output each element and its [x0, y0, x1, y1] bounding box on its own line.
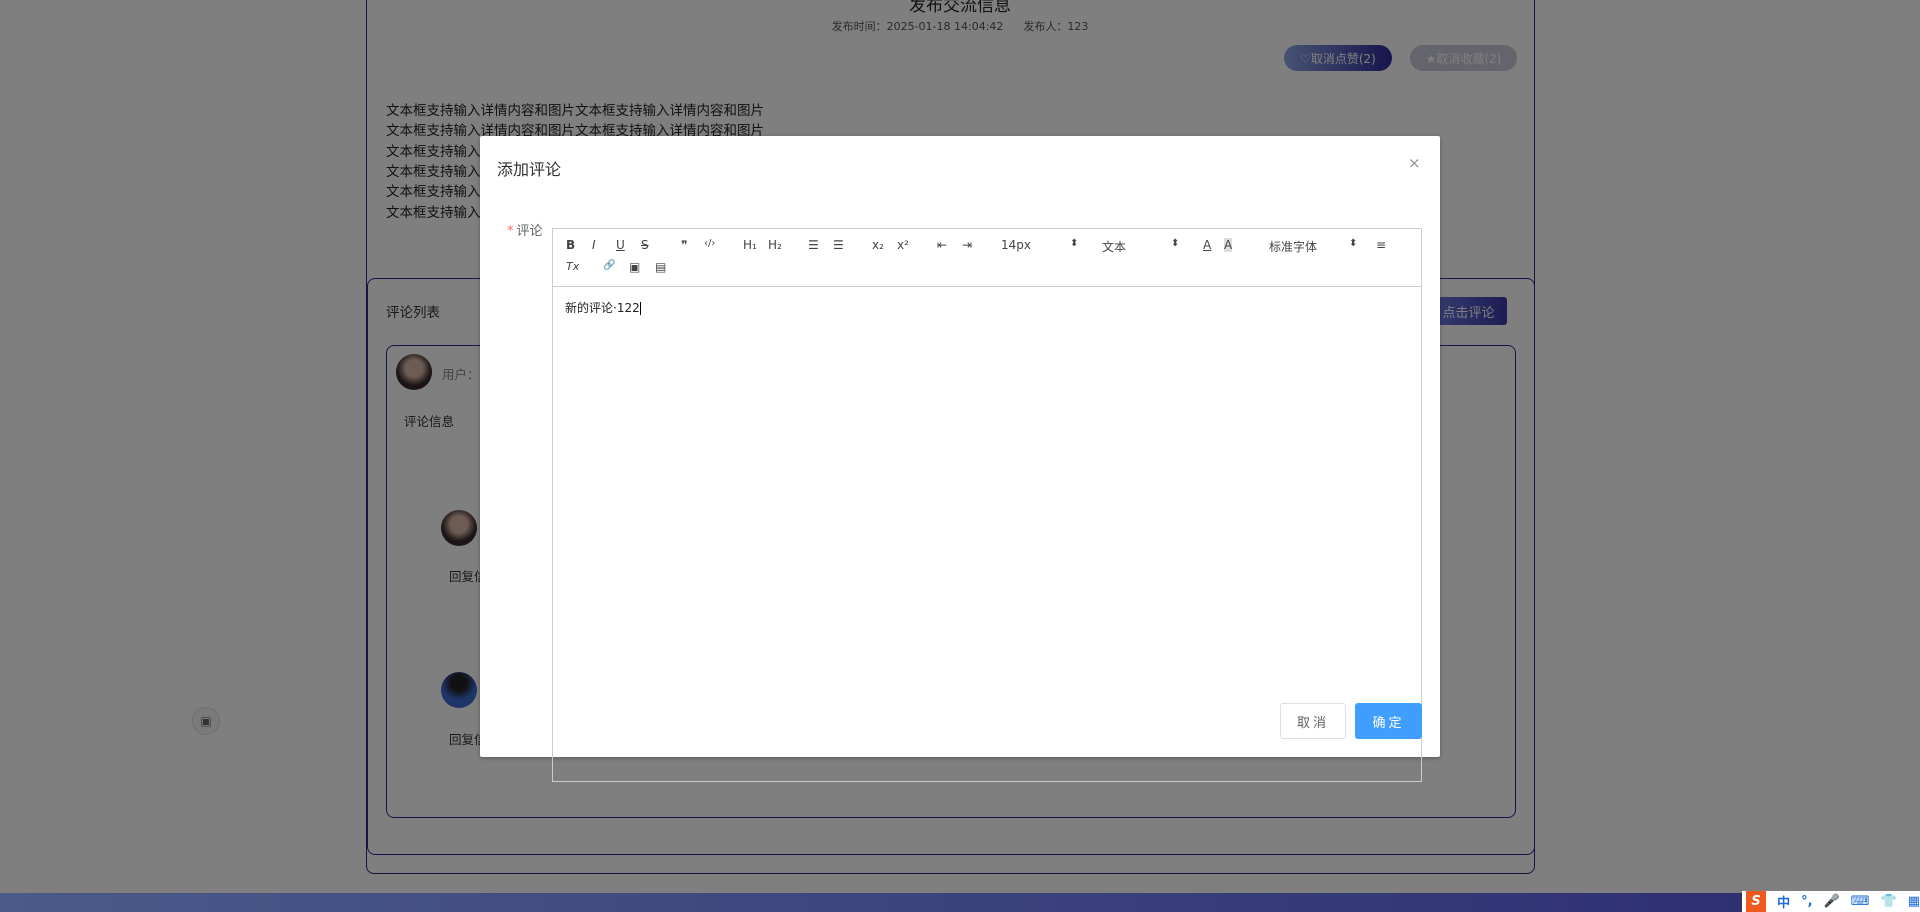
dialog-title: 添加评论: [497, 160, 562, 179]
link-icon[interactable]: 🔗: [603, 260, 615, 271]
punctuation-icon[interactable]: °,: [1801, 894, 1812, 909]
close-icon[interactable]: ×: [1408, 154, 1421, 172]
align-icon[interactable]: ≡: [1376, 238, 1386, 252]
menu-icon[interactable]: ▦: [1908, 894, 1920, 909]
chevron-updown-icon[interactable]: ⬍: [1171, 238, 1179, 249]
text-color-icon[interactable]: A: [1203, 238, 1211, 252]
bullet-list-icon[interactable]: ☰: [833, 238, 844, 252]
indent-icon[interactable]: ⇥: [962, 238, 972, 252]
editor-text[interactable]: 新的评论·122: [565, 301, 640, 315]
code-block-icon[interactable]: ‹/›: [704, 238, 715, 249]
confirm-button[interactable]: 确定: [1355, 703, 1422, 739]
sogou-logo-icon[interactable]: S: [1746, 891, 1767, 912]
editor-toolbar: B I U S ❞ ‹/› H₁ H₂ ☰ ☰ x₂ x² ⇤ ⇥ 14px ⬍…: [553, 229, 1421, 287]
h2-icon[interactable]: H₂: [768, 238, 782, 252]
font-size-select[interactable]: 14px: [1001, 238, 1031, 252]
taskbar: [0, 893, 1920, 912]
keyboard-icon[interactable]: ⌨: [1851, 894, 1870, 909]
outdent-icon[interactable]: ⇤: [937, 238, 947, 252]
text-caret: [639, 302, 641, 315]
required-mark: *: [507, 224, 514, 239]
ime-mode[interactable]: 中: [1777, 892, 1790, 911]
comment-label: * 评论: [507, 220, 543, 239]
ime-toolbar[interactable]: S 中 °, 🎤 ⌨ 👕 ▦: [1742, 891, 1920, 912]
bold-icon[interactable]: B: [566, 238, 575, 252]
superscript-icon[interactable]: x²: [897, 238, 909, 252]
video-icon[interactable]: ▤: [655, 260, 666, 274]
italic-icon[interactable]: I: [592, 238, 596, 252]
background-color-icon[interactable]: A: [1224, 238, 1233, 252]
image-icon[interactable]: ▣: [629, 260, 640, 274]
editor-content[interactable]: 新的评论·122: [553, 287, 1421, 328]
cancel-button[interactable]: 取消: [1280, 703, 1346, 739]
subscript-icon[interactable]: x₂: [872, 238, 884, 252]
add-comment-dialog: 添加评论 × * 评论 B I U S ❞ ‹/› H₁ H₂ ☰ ☰ x₂ x²…: [480, 136, 1440, 782]
mic-icon[interactable]: 🎤: [1824, 894, 1840, 909]
label-text: 评论: [516, 224, 543, 239]
ordered-list-icon[interactable]: ☰: [808, 238, 819, 252]
skin-icon[interactable]: 👕: [1881, 894, 1897, 909]
rich-text-editor: B I U S ❞ ‹/› H₁ H₂ ☰ ☰ x₂ x² ⇤ ⇥ 14px ⬍…: [552, 228, 1422, 782]
clear-format-icon[interactable]: Tx: [566, 260, 579, 273]
underline-icon[interactable]: U: [616, 238, 625, 252]
strike-icon[interactable]: S: [641, 238, 649, 252]
chevron-updown-icon[interactable]: ⬍: [1349, 238, 1357, 249]
blockquote-icon[interactable]: ❞: [681, 238, 687, 252]
chevron-updown-icon[interactable]: ⬍: [1070, 238, 1078, 249]
h1-icon[interactable]: H₁: [743, 238, 757, 252]
font-family-select[interactable]: 标准字体: [1269, 238, 1317, 255]
header-select[interactable]: 文本: [1102, 238, 1126, 255]
